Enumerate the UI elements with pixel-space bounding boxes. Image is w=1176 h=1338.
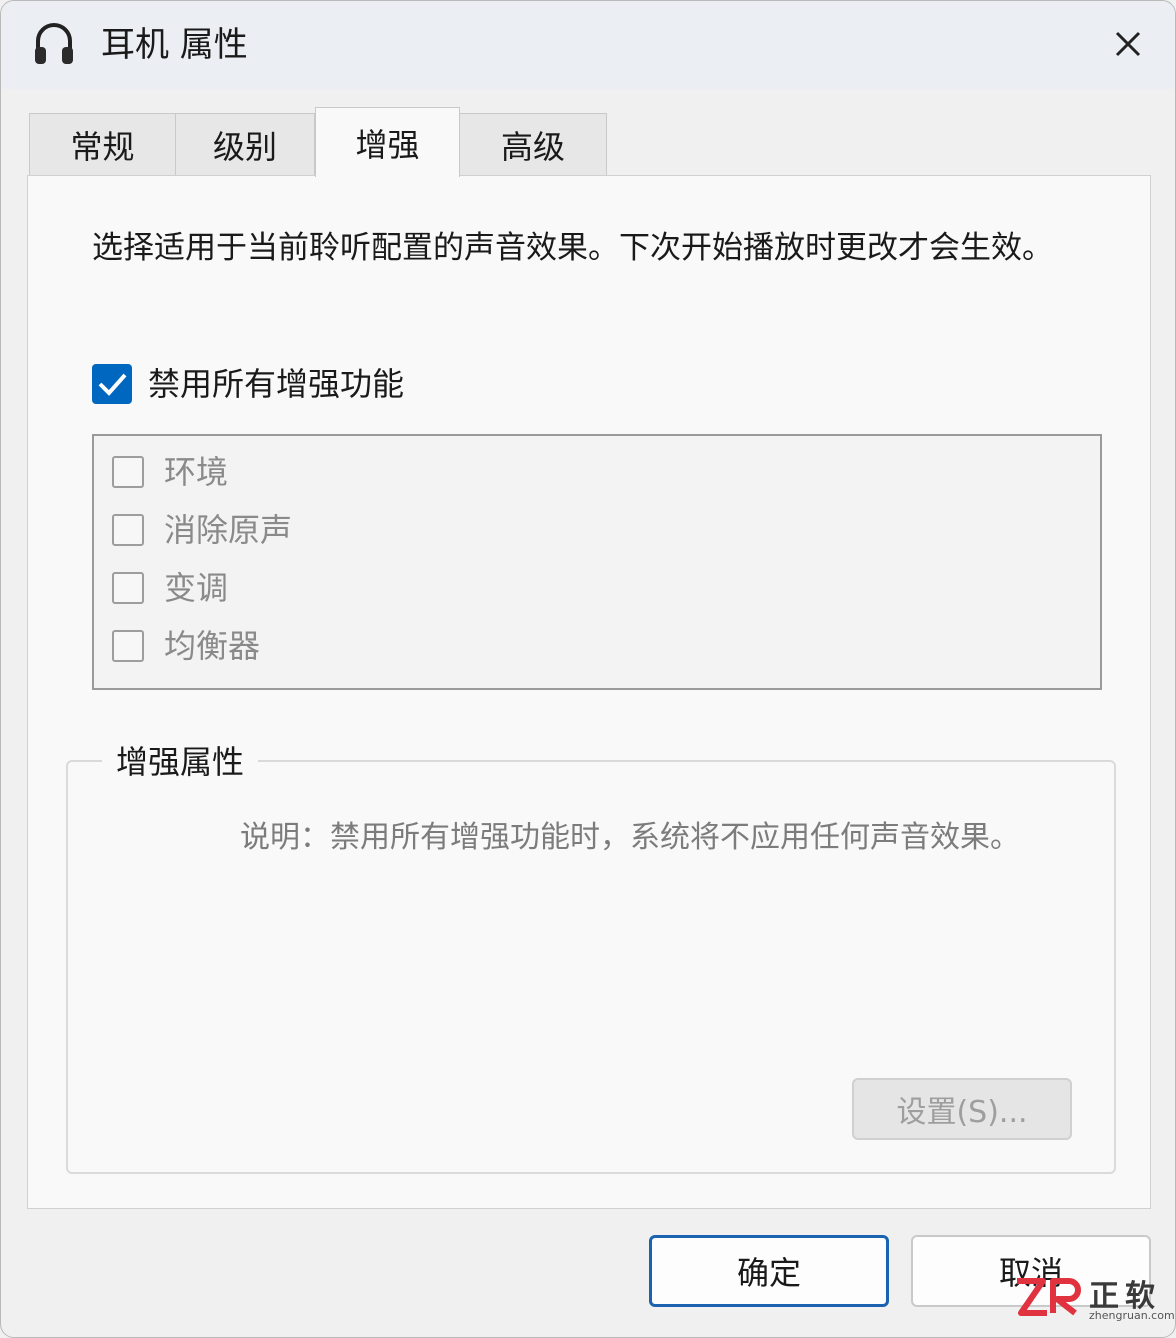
effect-checkbox — [112, 514, 144, 546]
ok-button[interactable]: 确定 — [649, 1235, 889, 1307]
window-title: 耳机 属性 — [101, 25, 248, 65]
effect-label: 环境 — [164, 453, 229, 491]
zr-logo-icon — [1017, 1278, 1081, 1316]
tab-enhancements[interactable]: 增强 — [315, 107, 460, 177]
description-note: 说明：禁用所有增强功能时，系统将不应用任何声音效果。 — [240, 820, 1020, 855]
tab-advanced[interactable]: 高级 — [459, 113, 607, 175]
effect-item-pitch-shift: 变调 — [112, 566, 228, 610]
effect-item-equalizer: 均衡器 — [112, 624, 260, 668]
disable-all-label[interactable]: 禁用所有增强功能 — [148, 362, 404, 406]
watermark-domain: zhengruan.com — [1089, 1309, 1175, 1322]
checkmark-icon — [98, 373, 127, 396]
effect-label: 均衡器 — [164, 627, 261, 665]
properties-dialog: 耳机 属性 常规 级别 增强 高级 选择适用于当前聆听配置的声音效果。下次开始播… — [0, 0, 1176, 1338]
tab-levels[interactable]: 级别 — [175, 113, 315, 175]
headphones-icon — [35, 23, 73, 64]
watermark-logo: 正软 zhengruan.com — [1013, 1271, 1175, 1331]
effect-label: 变调 — [164, 569, 229, 607]
enhancements-panel: 选择适用于当前聆听配置的声音效果。下次开始播放时更改才会生效。 禁用所有增强功能… — [27, 175, 1151, 1209]
tab-general[interactable]: 常规 — [29, 113, 176, 175]
tab-label: 增强 — [355, 125, 420, 164]
tab-label: 常规 — [70, 127, 135, 166]
tab-label: 级别 — [212, 127, 277, 166]
effect-checkbox — [112, 456, 144, 488]
close-button[interactable] — [1101, 19, 1155, 69]
title-bar[interactable]: 耳机 属性 — [1, 1, 1175, 89]
effect-checkbox — [112, 630, 144, 662]
effects-list: 环境 消除原声 变调 均衡器 — [92, 434, 1102, 690]
effect-checkbox — [112, 572, 144, 604]
effect-item-voice-cancel: 消除原声 — [112, 508, 292, 552]
tab-label: 高级 — [500, 127, 565, 166]
close-icon — [1115, 31, 1141, 57]
effect-item-environment: 环境 — [112, 450, 228, 494]
disable-all-checkbox[interactable] — [92, 364, 132, 404]
group-legend: 增强属性 — [102, 740, 259, 784]
settings-button: 设置(S)... — [852, 1078, 1072, 1140]
effect-label: 消除原声 — [164, 511, 293, 549]
panel-description: 选择适用于当前聆听配置的声音效果。下次开始播放时更改才会生效。 — [92, 230, 1053, 266]
